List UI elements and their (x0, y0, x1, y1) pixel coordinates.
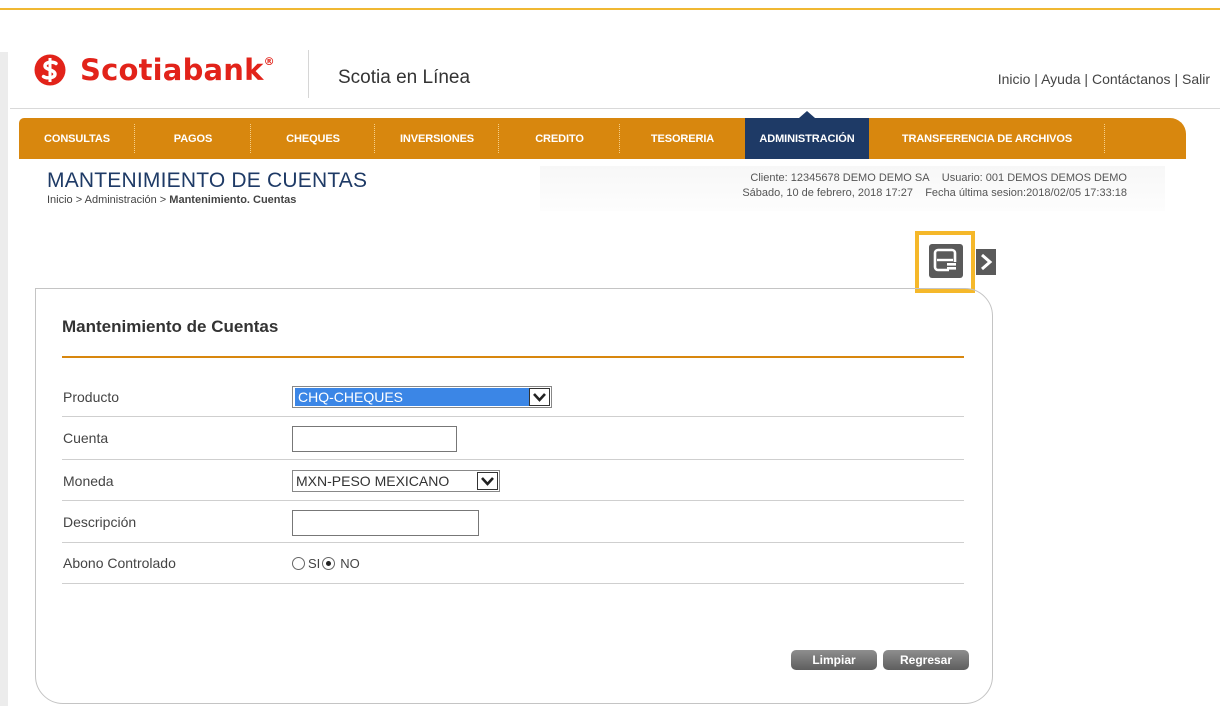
link-contactanos[interactable]: Contáctanos (1092, 71, 1171, 87)
chevron-down-icon (477, 472, 498, 490)
breadcrumb-path[interactable]: Inicio > Administración > (47, 194, 169, 206)
logo-wordmark: Scotiabank® (80, 53, 275, 87)
limpiar-button[interactable]: Limpiar (791, 650, 877, 670)
abono-controlado-radio-group: SI NO (292, 556, 360, 571)
cuenta-input[interactable] (292, 426, 457, 452)
header-rule (10, 108, 1220, 109)
header-divider (308, 50, 309, 98)
link-separator: | (1080, 71, 1092, 87)
moneda-label: Moneda (63, 473, 114, 489)
client-info: Cliente: 12345678 DEMO DEMO SA (750, 172, 930, 184)
main-nav: CONSULTAS PAGOS CHEQUES INVERSIONES CRED… (19, 111, 1186, 159)
session-line-1: Cliente: 12345678 DEMO DEMO SA Usuario: … (750, 172, 1127, 184)
abono-controlado-label: Abono Controlado (63, 555, 176, 571)
session-info: Cliente: 12345678 DEMO DEMO SA Usuario: … (540, 166, 1165, 211)
chevron-down-icon (529, 388, 550, 406)
abono-no-label: NO (340, 556, 360, 571)
row-divider (62, 500, 964, 501)
abono-si-radio[interactable] (292, 557, 305, 570)
form-title: Mantenimiento de Cuentas (62, 317, 279, 336)
breadcrumb-current: Mantenimiento. Cuentas (169, 194, 297, 206)
moneda-select[interactable]: MXN-PESO MEXICANO (292, 470, 500, 492)
last-session: Fecha última sesion:2018/02/05 17:33:18 (925, 187, 1127, 199)
regresar-button[interactable]: Regresar (883, 650, 969, 670)
current-date: Sábado, 10 de febrero, 2018 17:27 (742, 187, 913, 199)
producto-selected-value: CHQ-CHEQUES (295, 388, 529, 406)
scotiabank-logo[interactable]: Scotiabank® (34, 50, 275, 90)
descripcion-input[interactable] (292, 510, 479, 536)
form-title-rule (62, 356, 964, 358)
cuenta-label: Cuenta (63, 430, 109, 446)
row-divider (62, 416, 964, 417)
user-info: Usuario: 001 DEMOS DEMOS DEMO (941, 172, 1127, 184)
nav-consultas[interactable]: CONSULTAS (19, 118, 135, 159)
scotiabank-logo-icon (34, 54, 66, 86)
print-icon[interactable] (929, 244, 963, 278)
producto-select[interactable]: CHQ-CHEQUES (292, 386, 552, 408)
moneda-selected-value: MXN-PESO MEXICANO (296, 473, 450, 489)
left-gutter (0, 52, 8, 706)
nav-transferencia-de-archivos[interactable]: TRANSFERENCIA DE ARCHIVOS (869, 118, 1105, 159)
page-title: MANTENIMIENTO DE CUENTAS (47, 169, 368, 192)
nav-inversiones[interactable]: INVERSIONES (375, 118, 499, 159)
row-divider (62, 459, 964, 460)
row-divider (62, 583, 964, 584)
row-divider (62, 542, 964, 543)
top-accent-rule (0, 8, 1220, 10)
abono-no-radio[interactable] (322, 557, 336, 570)
form-panel (35, 288, 993, 704)
chevron-right-icon[interactable] (976, 249, 996, 275)
session-line-2: Sábado, 10 de febrero, 2018 17:27 Fecha … (742, 187, 1127, 199)
nav-pagos[interactable]: PAGOS (135, 118, 251, 159)
breadcrumb: Inicio > Administración > Mantenimiento.… (47, 194, 296, 206)
link-separator: | (1170, 71, 1182, 87)
nav-credito[interactable]: CREDITO (499, 118, 620, 159)
abono-si-label: SI (308, 556, 321, 571)
producto-label: Producto (63, 389, 120, 405)
nav-administracion[interactable]: ADMINISTRACIÓN (745, 111, 869, 159)
link-separator: | (1030, 71, 1042, 87)
link-inicio[interactable]: Inicio (998, 71, 1031, 87)
link-salir[interactable]: Salir (1182, 71, 1210, 87)
top-links: Inicio | Ayuda | Contáctanos | Salir (998, 71, 1210, 87)
nav-tesoreria[interactable]: TESORERIA (620, 118, 745, 159)
descripcion-label: Descripción (63, 514, 137, 530)
product-name: Scotia en Línea (338, 67, 471, 88)
link-ayuda[interactable]: Ayuda (1041, 71, 1080, 87)
nav-cheques[interactable]: CHEQUES (251, 118, 375, 159)
